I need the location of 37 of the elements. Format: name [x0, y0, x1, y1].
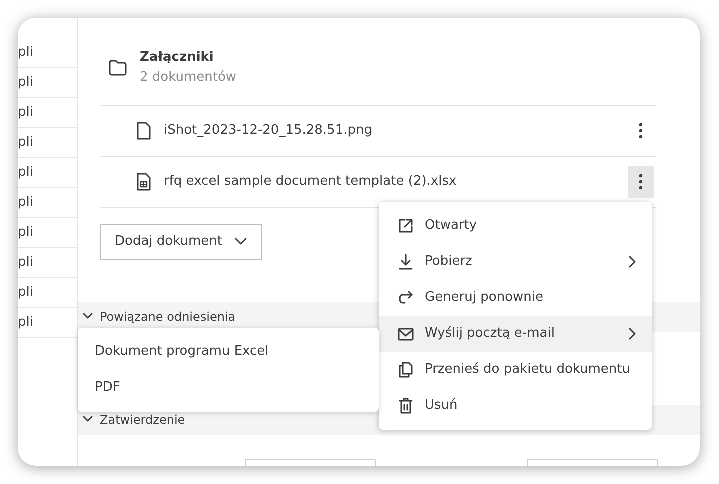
list-item-text: pli: [18, 75, 34, 90]
list-item-text: pli: [18, 165, 34, 180]
file-name: rfq excel sample document template (2).xlsx: [164, 173, 458, 192]
list-item-text: pli: [18, 105, 34, 120]
download-icon: [397, 253, 415, 271]
redo-icon: [397, 289, 415, 307]
list-item-text: pli: [18, 45, 34, 60]
list-item-text: pli: [18, 135, 34, 150]
menu-item[interactable]: Usuń: [379, 388, 652, 424]
menu-item[interactable]: Wyślij pocztą e-mail: [379, 316, 652, 352]
menu-item[interactable]: PDF: [78, 370, 379, 406]
menu-item[interactable]: Pobierz: [379, 244, 652, 280]
list-item-text: pli: [18, 285, 34, 300]
menu-item[interactable]: Dokument programu Excel: [78, 334, 379, 370]
kebab-icon: [639, 123, 643, 139]
more-options-button[interactable]: [628, 166, 654, 198]
folder-icon: [108, 58, 128, 76]
copy-icon: [397, 361, 415, 379]
menu-item[interactable]: Otwarty: [379, 208, 652, 244]
list-item-text: pli: [18, 195, 34, 210]
file-icon: [136, 121, 152, 141]
section-title: Zatwierdzenie: [100, 412, 186, 429]
list-item-text: pli: [18, 255, 34, 270]
folder-title: Załączniki: [140, 49, 215, 67]
menu-item[interactable]: Generuj ponownie: [379, 280, 652, 316]
kebab-icon: [639, 174, 643, 190]
list-item-text: pli: [18, 225, 34, 240]
trash-icon: [397, 397, 415, 415]
external-link-icon: [397, 217, 415, 235]
menu-item[interactable]: Przenieś do pakietu dokumentu: [379, 352, 652, 388]
chevron-down-icon: [234, 238, 246, 246]
add-document-button[interactable]: Dodaj dokument: [100, 224, 262, 260]
spreadsheet-file-icon: [136, 172, 152, 192]
document-count: 2 dokumentów: [140, 68, 237, 86]
list-item-text: pli: [18, 315, 34, 330]
section-title: Powiązane odniesienia: [100, 309, 236, 326]
file-name: iShot_2023-12-20_15.28.51.png: [164, 122, 374, 140]
